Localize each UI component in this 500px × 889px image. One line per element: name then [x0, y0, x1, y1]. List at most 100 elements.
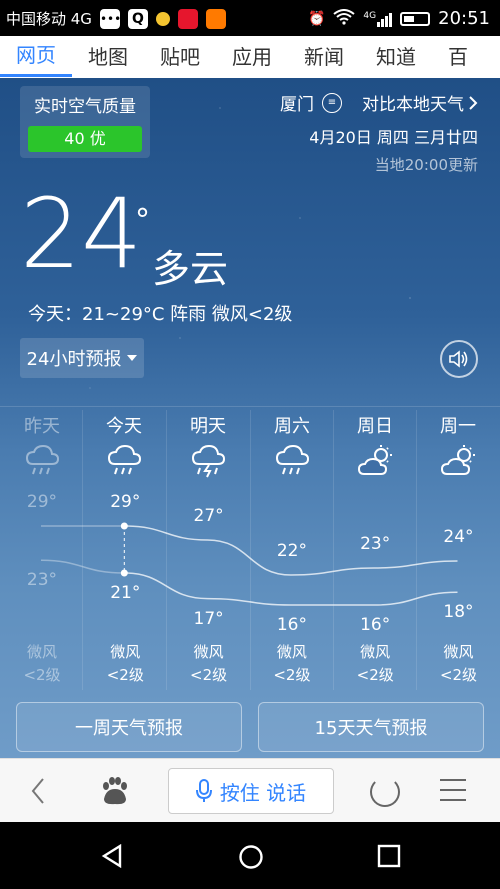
day-name: 明天 [190, 416, 226, 437]
caret-down-icon [127, 355, 138, 361]
date-label: 4月20日 周四 三月廿四 [309, 128, 478, 147]
tab-map[interactable]: 地图 [72, 37, 144, 77]
day-name: 周六 [274, 416, 310, 437]
circle-home-icon [239, 845, 263, 869]
carrier-label: 中国移动 4G [6, 10, 92, 28]
wind-label: 微风 [26, 643, 57, 661]
voice-search-label: 按住 说话 [219, 780, 307, 805]
browser-toolbar: 按住 说话 [0, 758, 500, 823]
alarm-icon: ⏰ [307, 10, 326, 27]
forecast-dropdown-label: 24小时预报 [26, 349, 122, 370]
high-temp-label: 23° [360, 534, 391, 554]
low-temp-label: 18° [443, 602, 474, 623]
low-temp-label: 16° [276, 615, 307, 635]
notification-app-icon [205, 8, 226, 29]
aqi-title: 实时空气质量 [34, 97, 136, 117]
weibo-app-icon [177, 8, 198, 29]
location-row: 厦门 ≡ 对比本地天气 [280, 90, 478, 115]
tab-news[interactable]: 新闻 [288, 37, 360, 77]
low-temp-label: 23° [26, 570, 58, 591]
today-temp-point [120, 569, 128, 577]
aqi-value: 40 优 [28, 126, 142, 152]
wind-level-label: <2级 [190, 666, 228, 684]
day-column-yesterday: 昨天 [0, 410, 84, 484]
city-name[interactable]: 厦门 [280, 90, 314, 115]
triangle-back-icon [101, 843, 122, 869]
week-forecast-button[interactable]: 一周天气预报 [16, 702, 242, 752]
today-summary: 今天：21~29°C 阵雨 微风<2级 [28, 304, 293, 325]
wind-label: 微风 [193, 643, 224, 661]
divider [0, 406, 500, 407]
forecast-dropdown[interactable]: 24小时预报 [20, 338, 144, 378]
android-nav-bar [0, 822, 500, 889]
wind-level-label: <2级 [439, 666, 478, 684]
low-temp-label: 17° [193, 608, 224, 629]
back-button[interactable] [30, 777, 46, 812]
wind-level-label: <2级 [273, 666, 311, 684]
nav-home-button[interactable] [238, 844, 264, 874]
menu-line [440, 799, 466, 801]
tab-baike[interactable]: 百 [432, 37, 484, 77]
degree-symbol: ° [135, 203, 150, 238]
search-category-tabs: 网页 地图 贴吧 应用 新闻 知道 百 [0, 36, 500, 79]
day-name: 今天 [106, 416, 142, 437]
wind-label: 微风 [443, 643, 474, 661]
signal-icon: 4G [363, 10, 393, 27]
chevron-right-icon [469, 95, 478, 110]
day-name: 昨天 [24, 416, 60, 437]
tab-tieba[interactable]: 贴吧 [144, 37, 216, 77]
microphone-icon [195, 779, 212, 802]
speaker-icon [449, 350, 468, 368]
dot-icon [155, 11, 170, 26]
update-time: 当地20:00更新 [374, 156, 478, 174]
chevron-left-icon [31, 778, 44, 804]
day-column-today: 今天 [82, 410, 166, 484]
wind-level-label: <2级 [23, 666, 61, 684]
voice-search-button[interactable]: 按住 说话 [168, 768, 334, 814]
low-temp-line [124, 572, 458, 606]
day-column-monday: 周一 [416, 410, 500, 484]
today-temp-point [120, 522, 128, 530]
tab-zhidao[interactable]: 知道 [360, 37, 432, 77]
q-app-icon: Q [127, 8, 148, 29]
menu-line [440, 779, 466, 781]
square-recents-icon [377, 844, 401, 868]
message-app-icon: ••• [99, 8, 121, 29]
day-column-saturday: 周六 [250, 410, 334, 484]
nav-recents-button[interactable] [377, 844, 401, 872]
wind-level-label: <2级 [356, 666, 394, 684]
baidu-home-button[interactable] [98, 775, 130, 811]
refresh-icon[interactable] [370, 777, 400, 807]
baidu-paw-icon [103, 777, 127, 805]
day-column-tomorrow: 明天 [166, 410, 250, 484]
high-temp-label: 29° [26, 492, 58, 512]
network-type-label: 4G [363, 10, 377, 21]
wind-label: 微风 [276, 643, 307, 661]
current-temperature: 24 [20, 178, 143, 290]
high-temp-label: 22° [276, 541, 307, 561]
compare-local-link[interactable]: 对比本地天气 [362, 90, 478, 115]
tab-apps[interactable]: 应用 [216, 37, 288, 77]
high-temp-label: 29° [110, 492, 141, 512]
wifi-icon [333, 8, 356, 29]
weather-card: 实时空气质量 40 优 厦门 ≡ 对比本地天气 4月20日 周四 三月廿四 当地… [0, 78, 500, 758]
nav-back-button[interactable] [100, 843, 124, 872]
day-name: 周一 [440, 416, 476, 437]
high-temp-label: 24° [443, 527, 474, 547]
wind-label: 微风 [360, 643, 391, 661]
high-temp-label: 27° [193, 506, 224, 526]
speaker-button[interactable] [440, 340, 478, 378]
day-name: 周日 [357, 416, 393, 437]
wind-level-label: <2级 [106, 666, 144, 684]
switch-city-icon[interactable]: ≡ [322, 92, 342, 113]
battery-icon [400, 11, 431, 26]
low-temp-label: 16° [360, 615, 391, 635]
menu-button[interactable] [440, 779, 466, 809]
air-quality-badge[interactable]: 实时空气质量 40 优 [20, 86, 150, 158]
low-temp-label: 21° [110, 583, 141, 603]
tab-web[interactable]: 网页 [0, 37, 72, 77]
clock: 20:51 [438, 8, 490, 29]
fifteen-day-forecast-button[interactable]: 15天天气预报 [258, 702, 484, 752]
status-bar: 中国移动 4G ••• Q ⏰ 4G 20:51 [0, 0, 500, 36]
compare-label: 对比本地天气 [362, 95, 464, 115]
